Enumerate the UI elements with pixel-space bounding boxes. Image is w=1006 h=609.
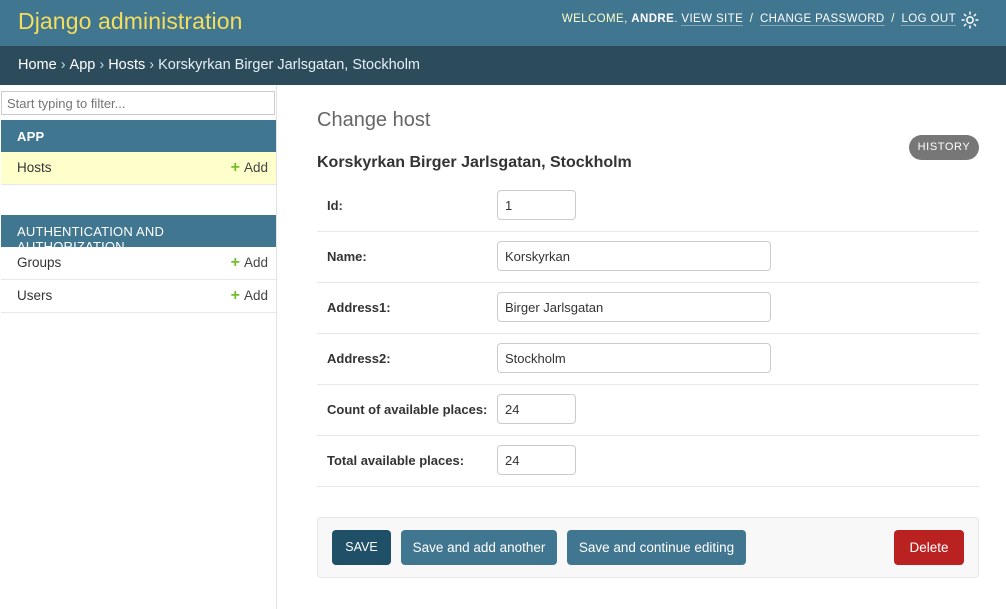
history-button[interactable]: History <box>909 135 979 160</box>
save-and-continue-button[interactable]: Save and continue editing <box>567 530 746 565</box>
sidebar-item-hosts: Hosts + Add <box>1 152 276 185</box>
field-label: Total available places: <box>327 453 465 468</box>
total-available-places-field[interactable] <box>497 445 576 475</box>
module-app-caption[interactable]: App <box>1 120 276 152</box>
form-row-address1: Address1: <box>317 283 979 334</box>
separator: / <box>749 13 754 25</box>
save-and-add-another-button[interactable]: Save and add another <box>401 530 557 565</box>
plus-icon: + <box>230 287 240 304</box>
breadcrumb-home[interactable]: Home <box>18 57 57 73</box>
user-tools: WELCOME, ANDRE. VIEW SITE / CHANGE PASSW… <box>561 13 956 26</box>
view-site-link[interactable]: VIEW SITE <box>681 13 744 26</box>
separator: / <box>891 13 895 25</box>
plus-icon: + <box>230 254 240 271</box>
welcome-text: WELCOME, <box>561 13 628 25</box>
id-field[interactable] <box>497 190 576 220</box>
add-user-link[interactable]: + Add <box>230 287 268 304</box>
sun-icon[interactable] <box>961 11 979 29</box>
object-title: Korskyrkan Birger Jarlsgatan, Stockholm <box>317 154 632 171</box>
field-label: Address1: <box>327 300 391 315</box>
sidebar-item-label[interactable]: Hosts <box>17 160 52 175</box>
address1-field[interactable] <box>497 292 771 322</box>
breadcrumb-current: Korskyrkan Birger Jarlsgatan, Stockholm <box>158 57 421 73</box>
username: ANDRE <box>631 13 675 25</box>
plus-icon: + <box>230 159 240 176</box>
add-label: Add <box>243 288 268 303</box>
module-auth-caption[interactable]: Authentication and Authorization <box>1 215 276 254</box>
add-label: Add <box>243 160 268 175</box>
form-row-id: Id: <box>317 181 979 232</box>
delete-button[interactable]: Delete <box>894 530 964 565</box>
page-title: Change host <box>317 109 431 131</box>
form-row-count-available: Count of available places: <box>317 385 979 436</box>
breadcrumb: Home › App › Hosts › Korskyrkan Birger Jarlsga… <box>0 46 1006 85</box>
breadcrumb-separator: › <box>99 57 105 73</box>
field-label: Count of available places: <box>327 402 488 417</box>
count-available-places-field[interactable] <box>497 394 576 424</box>
add-host-link[interactable]: + Add <box>230 159 268 176</box>
sidebar-item-label[interactable]: Users <box>17 288 52 303</box>
form-row-total-available: Total available places: <box>317 436 979 487</box>
breadcrumb-hosts[interactable]: Hosts <box>108 57 145 73</box>
submit-row: SAVE Save and add another Save and conti… <box>317 517 979 578</box>
change-password-link[interactable]: CHANGE PASSWORD <box>759 13 885 26</box>
breadcrumb-app[interactable]: App <box>70 57 96 73</box>
nav-sidebar: App Hosts +Add Authentication and Author… <box>0 85 277 609</box>
save-button[interactable]: SAVE <box>332 530 391 565</box>
breadcrumb-separator: › <box>149 57 155 73</box>
field-label: Id: <box>327 198 343 213</box>
site-header: Django administration WELCOME, ANDRE. VI… <box>0 0 1006 46</box>
add-label: Add <box>243 255 268 270</box>
form-row-name: Name: <box>317 232 979 283</box>
address2-field[interactable] <box>497 343 771 373</box>
add-group-link[interactable]: + Add <box>230 254 268 271</box>
sidebar-item-users: Users + Add <box>1 280 276 313</box>
sidebar-item-label[interactable]: Groups <box>17 255 61 270</box>
name-field[interactable] <box>497 241 771 271</box>
site-brand[interactable]: Django administration <box>18 8 243 35</box>
nav-filter-input[interactable] <box>1 91 275 115</box>
form-row-address2: Address2: <box>317 334 979 385</box>
sidebar-item-groups: Groups + Add <box>1 247 276 280</box>
field-label: Address2: <box>327 351 391 366</box>
field-label: Name: <box>327 249 367 264</box>
breadcrumb-separator: › <box>60 57 66 73</box>
log-out-link[interactable]: LOG OUT <box>901 13 956 26</box>
